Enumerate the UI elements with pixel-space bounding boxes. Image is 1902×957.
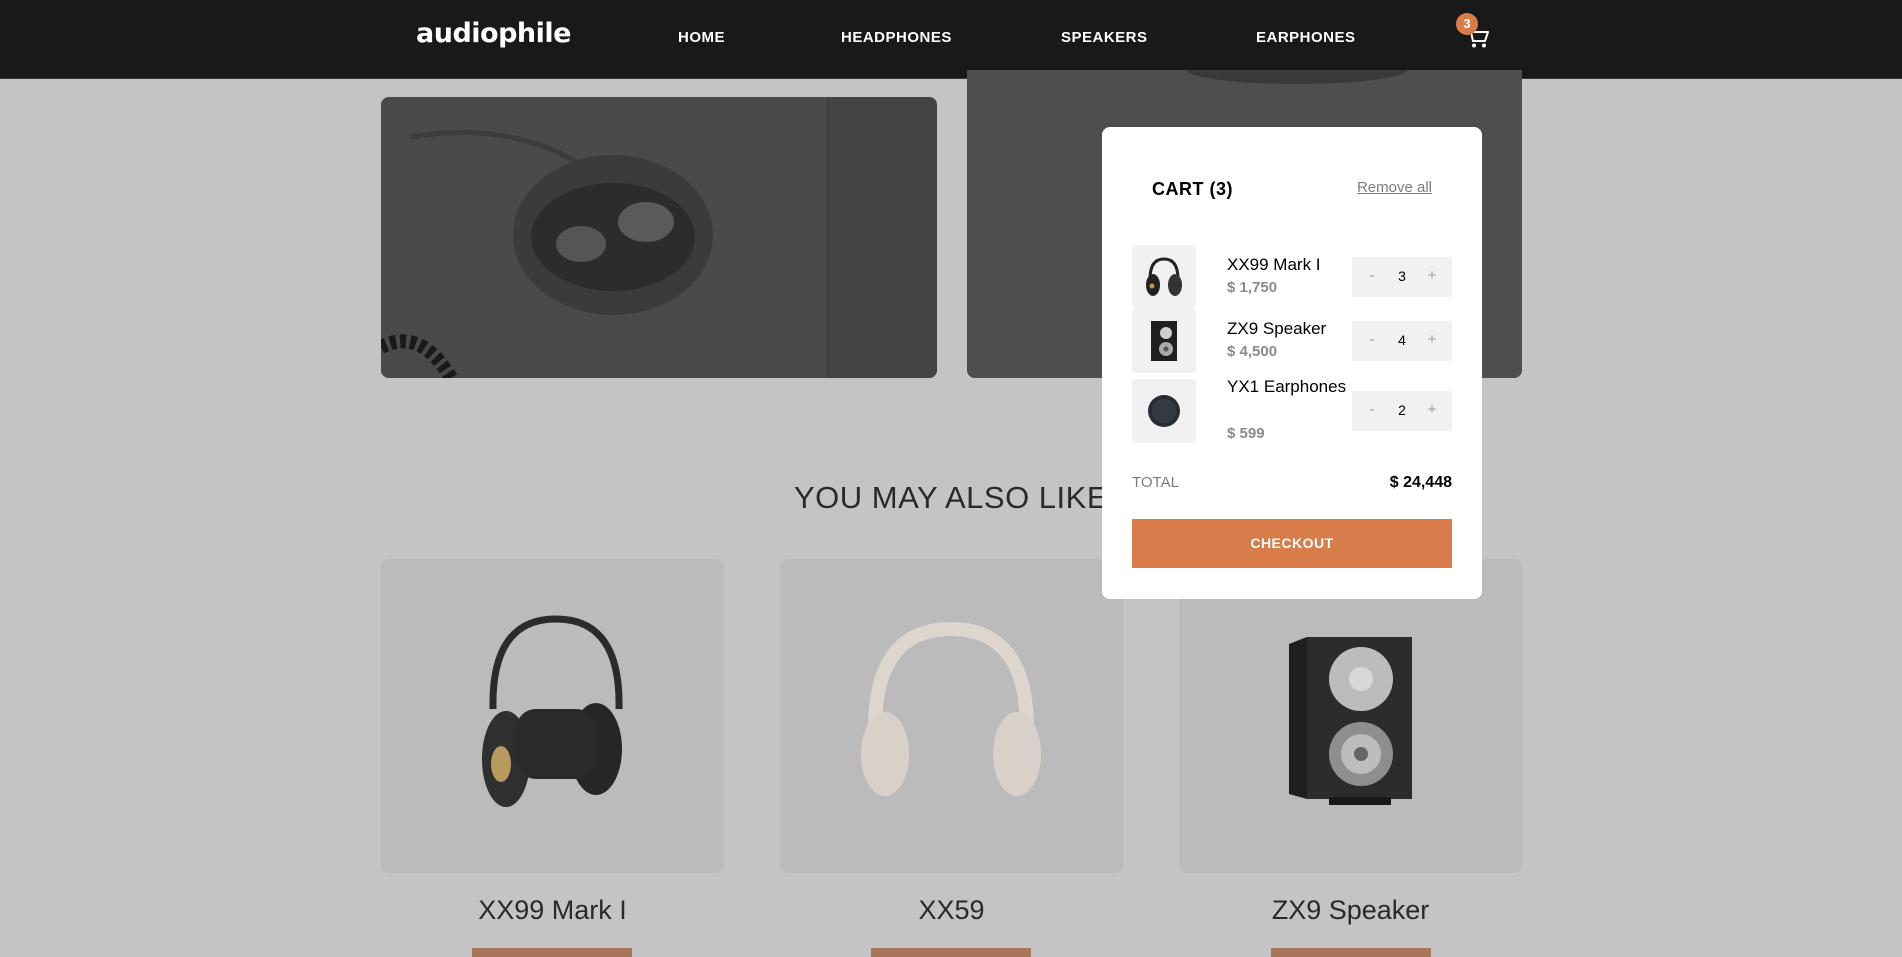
product-card-xx59[interactable] [780,559,1123,873]
product-card-zx9-speaker[interactable] [1179,559,1522,873]
quantity-stepper: - 4 + [1352,321,1452,361]
item-thumbnail-speaker [1132,309,1196,373]
increment-button[interactable]: + [1422,401,1442,418]
section-title: YOU MAY ALSO LIKE [793,480,1109,515]
item-thumbnail-headphones [1132,245,1196,309]
gallery-image-strip [827,97,937,378]
increment-button[interactable]: + [1422,331,1442,348]
item-name: ZX9 Speaker [1227,319,1327,338]
remove-all-button[interactable]: Remove all [1357,179,1432,196]
speaker-image [1289,637,1412,805]
cart-title: CART (3) [1152,179,1233,199]
quantity-value: 4 [1398,332,1406,348]
headphones-image [482,615,623,807]
cart-count-badge: 3 [1456,13,1478,35]
site-header: audiophile HOME HEADPHONES SPEAKERS EARP… [0,0,1902,79]
earphones-thumb-icon [1148,395,1180,427]
product-name: XX99 Mark I [478,895,627,925]
logo[interactable]: audiophile [416,18,571,49]
product-card-xx99-mark-i[interactable] [381,559,724,873]
item-name: YX1 Earphones [1227,377,1347,396]
item-price: $ 4,500 [1227,343,1278,360]
gallery-image-earphones-case [381,97,937,378]
cart-modal: CART (3) Remove all XX99 Mark I $ 1,750 … [1102,127,1482,599]
nav-earphones[interactable]: EARPHONES [1256,29,1356,46]
headphones-white-image [861,621,1041,796]
speaker-thumb-icon [1151,321,1177,361]
quantity-stepper: - 2 + [1352,391,1452,431]
item-name: XX99 Mark I [1227,255,1321,274]
see-product-button[interactable] [1271,948,1431,957]
cart-item: YX1 Earphones $ 599 - 2 + [1132,377,1452,443]
increment-button[interactable]: + [1422,267,1442,284]
item-price: $ 599 [1227,425,1265,442]
total-value: $ 24,448 [1389,474,1452,491]
see-product-button[interactable] [472,948,632,957]
quantity-value: 2 [1398,402,1406,418]
cart-item: ZX9 Speaker $ 4,500 - 4 + [1132,309,1452,373]
decrement-button[interactable]: - [1362,331,1382,348]
product-name: XX59 [918,895,985,925]
item-thumbnail-earphones [1132,379,1196,443]
product-name: ZX9 Speaker [1271,895,1430,925]
nav-speakers[interactable]: SPEAKERS [1061,29,1148,46]
see-product-button[interactable] [871,948,1031,957]
checkout-button[interactable]: CHECKOUT [1132,519,1452,568]
quantity-stepper: - 3 + [1352,257,1452,297]
nav-headphones[interactable]: HEADPHONES [841,29,952,46]
decrement-button[interactable]: - [1362,401,1382,418]
headphones-thumb-icon [1146,257,1182,296]
total-label: TOTAL [1132,474,1179,491]
item-price: $ 1,750 [1227,279,1278,296]
decrement-button[interactable]: - [1362,267,1382,284]
quantity-value: 3 [1398,268,1406,284]
cart-item: XX99 Mark I $ 1,750 - 3 + [1132,245,1452,309]
nav-home[interactable]: HOME [678,29,725,46]
